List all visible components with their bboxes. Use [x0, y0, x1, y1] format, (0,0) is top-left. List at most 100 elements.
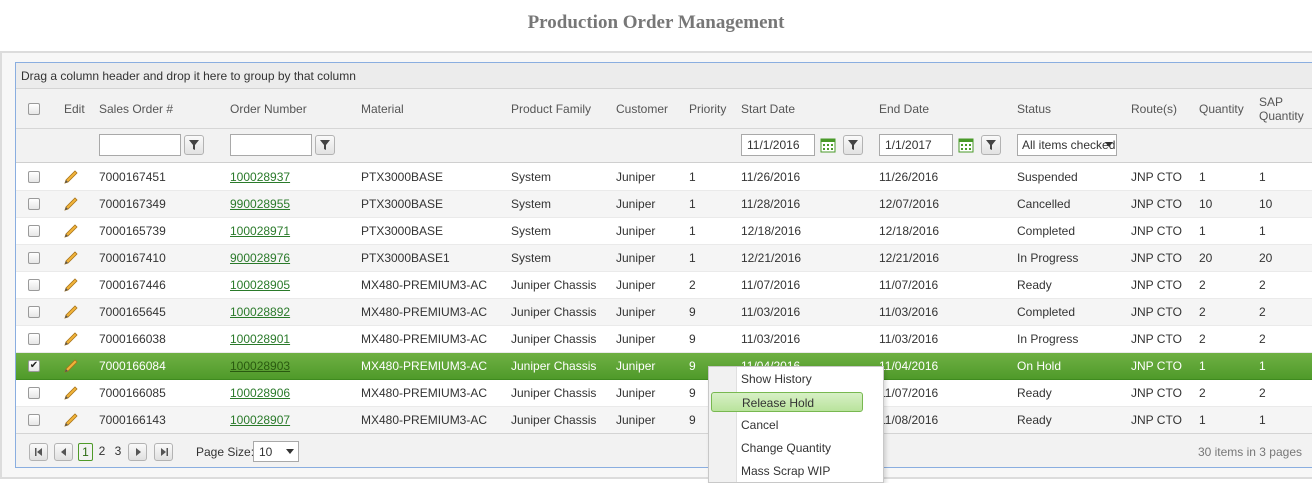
context-menu-item-mass-scrap-wip[interactable]: Mass Scrap WIP: [741, 461, 830, 481]
col-header-quantity[interactable]: Quantity: [1199, 89, 1244, 129]
page-number-2[interactable]: 2: [96, 443, 108, 461]
sales-order-filter-button[interactable]: [184, 135, 204, 155]
col-header-end-date[interactable]: End Date: [879, 89, 929, 129]
cell-route: JNP CTO: [1131, 251, 1182, 265]
context-menu-item-change-quantity[interactable]: Change Quantity: [741, 438, 831, 458]
start-date-filter-input[interactable]: 11/1/2016: [741, 134, 815, 156]
context-menu-item-release-hold[interactable]: Release Hold: [711, 392, 863, 412]
cell-order-number[interactable]: 900028976: [230, 245, 290, 271]
col-header-sap-quantity[interactable]: SAP Quantity: [1259, 89, 1304, 129]
cell-status: Ready: [1017, 413, 1052, 427]
table-row[interactable]: 7000166085 100028906 MX480-PREMIUM3-AC Juni…: [16, 380, 1312, 407]
cell-order-number[interactable]: 100028892: [230, 299, 290, 325]
page-title: Production Order Management: [527, 12, 785, 33]
row-checkbox[interactable]: [28, 252, 40, 264]
cell-product-family: System: [511, 197, 552, 211]
cell-end-date: 12/18/2016: [879, 224, 940, 238]
row-checkbox[interactable]: [28, 306, 40, 318]
cell-route: JNP CTO: [1131, 332, 1182, 346]
pencil-icon[interactable]: [63, 331, 79, 347]
pencil-icon[interactable]: [63, 304, 79, 320]
row-checkbox[interactable]: [28, 198, 40, 210]
cell-product-family: Juniper Chassis: [511, 386, 597, 400]
cell-priority: 1: [689, 224, 696, 238]
table-row[interactable]: 7000167410 900028976 PTX3000BASE1 System Jun…: [16, 245, 1312, 272]
pencil-icon[interactable]: [63, 250, 79, 266]
context-menu-item-cancel[interactable]: Cancel: [741, 415, 778, 435]
cell-start-date: 11/28/2016: [741, 197, 801, 211]
context-menu-gutter: [709, 367, 737, 482]
col-header-material[interactable]: Material: [361, 89, 404, 129]
col-header-routes[interactable]: Route(s): [1131, 89, 1177, 129]
select-all-checkbox[interactable]: [28, 103, 40, 115]
first-page-button[interactable]: [29, 443, 48, 461]
pencil-icon[interactable]: [63, 169, 79, 185]
cell-end-date: 11/04/2016: [879, 359, 939, 373]
calendar-icon[interactable]: [820, 137, 836, 153]
page-number-3[interactable]: 3: [112, 443, 124, 461]
cell-order-number[interactable]: 100028937: [230, 164, 290, 190]
row-checkbox[interactable]: [28, 225, 40, 237]
table-row[interactable]: 7000166038 100028901 MX480-PREMIUM3-AC Juni…: [16, 326, 1312, 353]
table-row[interactable]: 7000167446 100028905 MX480-PREMIUM3-AC Juni…: [16, 272, 1312, 299]
col-header-priority[interactable]: Priority: [689, 89, 726, 129]
end-date-filter-button[interactable]: [981, 135, 1001, 155]
prev-page-button[interactable]: [54, 443, 73, 461]
cell-order-number[interactable]: 100028903: [230, 353, 290, 379]
status-filter-select[interactable]: All items checked: [1017, 134, 1117, 156]
calendar-icon[interactable]: [958, 137, 974, 153]
row-checkbox[interactable]: [28, 414, 40, 426]
row-checkbox[interactable]: [28, 333, 40, 345]
order-number-filter-input[interactable]: [230, 134, 312, 156]
row-checkbox[interactable]: ✔: [28, 360, 40, 372]
cell-order-number[interactable]: 100028901: [230, 326, 290, 352]
row-checkbox[interactable]: [28, 171, 40, 183]
cell-order-number[interactable]: 100028971: [230, 218, 290, 244]
group-drop-panel[interactable]: Drag a column header and drop it here to…: [16, 63, 1312, 89]
cell-order-number[interactable]: 100028906: [230, 380, 290, 406]
row-context-menu: Show History Release Hold Cancel Change Qua…: [708, 366, 884, 483]
table-row[interactable]: 7000167349 990028955 PTX3000BASE System Juni…: [16, 191, 1312, 218]
table-row[interactable]: 7000165645 100028892 MX480-PREMIUM3-AC Juni…: [16, 299, 1312, 326]
table-row[interactable]: 7000166143 100028907 MX480-PREMIUM3-AC Juni…: [16, 407, 1312, 434]
cell-start-date: 12/18/2016: [741, 224, 802, 238]
next-page-button[interactable]: [128, 443, 147, 461]
cell-route: JNP CTO: [1131, 170, 1182, 184]
row-checkbox[interactable]: [28, 279, 40, 291]
order-number-filter-button[interactable]: [315, 135, 335, 155]
cell-material: MX480-PREMIUM3-AC: [361, 278, 488, 292]
context-menu-item-show-history[interactable]: Show History: [741, 369, 812, 389]
col-header-sales-order[interactable]: Sales Order #: [99, 89, 173, 129]
pencil-icon[interactable]: [63, 277, 79, 293]
last-page-button[interactable]: [154, 443, 173, 461]
table-row[interactable]: 7000167451 100028937 PTX3000BASE System Juni…: [16, 164, 1312, 191]
page-size-value: 10: [259, 445, 273, 459]
cell-material: MX480-PREMIUM3-AC: [361, 332, 488, 346]
start-date-filter-button[interactable]: [843, 135, 863, 155]
cell-order-number[interactable]: 100028907: [230, 407, 290, 433]
pencil-icon[interactable]: [63, 412, 79, 428]
page-number-1[interactable]: 1: [78, 443, 93, 461]
page-size-label: Page Size:: [196, 445, 255, 459]
table-row[interactable]: 7000165739 100028971 PTX3000BASE System Juni…: [16, 218, 1312, 245]
sales-order-filter-input[interactable]: [99, 134, 181, 156]
cell-order-number[interactable]: 990028955: [230, 191, 290, 217]
filter-icon: [320, 140, 330, 150]
production-order-grid: Drag a column header and drop it here to…: [15, 62, 1312, 468]
pencil-icon[interactable]: [63, 196, 79, 212]
col-header-start-date[interactable]: Start Date: [741, 89, 795, 129]
row-checkbox[interactable]: [28, 387, 40, 399]
col-header-customer[interactable]: Customer: [616, 89, 668, 129]
end-date-filter-input[interactable]: 1/1/2017: [879, 134, 953, 156]
pencil-icon[interactable]: [63, 385, 79, 401]
cell-order-number[interactable]: 100028905: [230, 272, 290, 298]
pencil-icon[interactable]: [63, 223, 79, 239]
pencil-icon[interactable]: [63, 358, 79, 374]
col-header-order-number[interactable]: Order Number: [230, 89, 307, 129]
col-header-status[interactable]: Status: [1017, 89, 1051, 129]
table-row[interactable]: ✔ 7000166084 100028903 MX480-PREMIUM3-AC Jun…: [16, 353, 1312, 380]
page-size-select[interactable]: 10: [253, 441, 299, 462]
col-header-product-family[interactable]: Product Family: [511, 89, 591, 129]
col-header-edit[interactable]: Edit: [64, 89, 85, 129]
cell-route: JNP CTO: [1131, 359, 1182, 373]
